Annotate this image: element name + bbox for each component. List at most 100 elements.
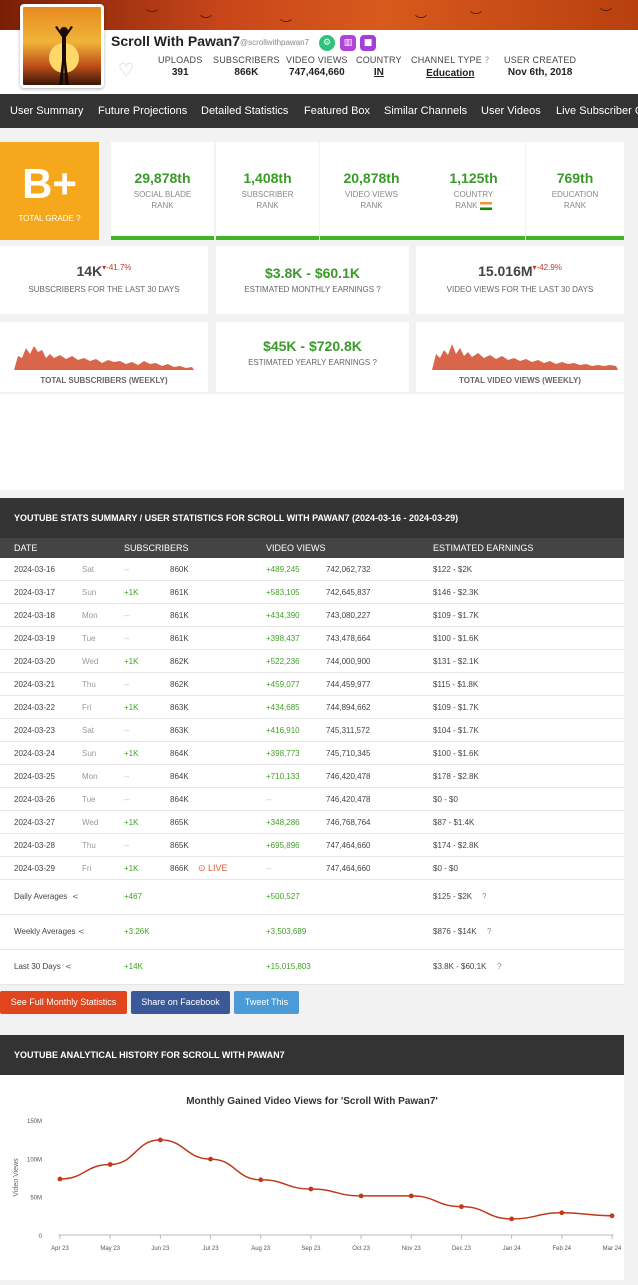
- rank-bar: [526, 236, 624, 240]
- help-icon[interactable]: ?: [76, 214, 80, 223]
- share-facebook-button[interactable]: Share on Facebook: [131, 991, 230, 1014]
- stats-chart-icon[interactable]: ▥: [340, 35, 356, 51]
- stat-channel-type: CHANNEL TYPE ? Education: [411, 55, 490, 79]
- rank-label-line2: RANK: [151, 201, 174, 210]
- row-video-views: 746,768,764: [326, 818, 371, 827]
- rank-bar: [216, 236, 319, 240]
- grade-label: TOTAL GRADE ?: [0, 214, 99, 223]
- chart-data-point: [609, 1213, 615, 1219]
- bird-icon: ︶: [280, 18, 293, 30]
- row-views-change: +434,390: [266, 611, 300, 620]
- share-icon[interactable]: <: [78, 927, 85, 936]
- chart-data-point: [408, 1193, 414, 1199]
- row-subscriber-change: --: [124, 565, 130, 574]
- chart-x-tick-label: Jan 24: [503, 1246, 522, 1252]
- help-icon[interactable]: ?: [376, 285, 380, 294]
- verified-icon[interactable]: ⚙: [319, 35, 335, 51]
- table-row: 2024-03-25 Mon -- 864K +710,133 746,420,478 $1…: [0, 765, 624, 788]
- share-icon[interactable]: <: [72, 892, 79, 901]
- row-day: Sun: [82, 749, 97, 758]
- chart-data-point: [559, 1210, 565, 1216]
- row-subscribers: 865K: [170, 841, 189, 850]
- tab-detailed-statistics[interactable]: Detailed Statistics: [201, 105, 288, 117]
- rank-label-line1: COUNTRY: [453, 190, 494, 199]
- chart-x-tick-label: Jul 23: [203, 1246, 220, 1252]
- tab-user-summary[interactable]: User Summary: [10, 105, 83, 117]
- channel-avatar[interactable]: [20, 4, 104, 88]
- chart-x-tick-label: Apr 23: [51, 1246, 69, 1252]
- tab-future-projections[interactable]: Future Projections: [98, 105, 187, 117]
- tab-similar-channels[interactable]: Similar Channels: [384, 105, 467, 117]
- row-views-change: +522,236: [266, 657, 300, 666]
- row-date: 2024-03-23: [14, 726, 55, 735]
- tweet-button[interactable]: Tweet This: [234, 991, 299, 1014]
- chart-data-point: [459, 1204, 464, 1210]
- subs-30-delta-value: -41.7%: [106, 263, 132, 272]
- heart-icon[interactable]: ♡: [118, 60, 134, 81]
- help-icon[interactable]: ?: [497, 962, 501, 971]
- chart-data-point: [57, 1176, 63, 1182]
- bird-icon: ︶: [146, 8, 159, 22]
- row-video-views: 745,710,345: [326, 749, 371, 758]
- row-video-views: 743,478,664: [326, 634, 371, 643]
- averages-label: Last 30 Days: [14, 962, 61, 971]
- row-date: 2024-03-16: [14, 565, 55, 574]
- row-video-views: 746,420,478: [326, 772, 371, 781]
- row-date: 2024-03-22: [14, 703, 55, 712]
- row-earnings: $100 - $1.6K: [433, 749, 479, 758]
- views-sparkline: [432, 344, 618, 370]
- rank-value: 769th: [556, 170, 594, 186]
- monthly-earnings-value: $3.8K - $60.1K: [265, 265, 360, 281]
- stat-label: USER CREATED: [504, 55, 577, 65]
- tab-featured-box[interactable]: Featured Box: [304, 105, 370, 117]
- row-views-change: +348,286: [266, 818, 300, 827]
- video-camera-icon[interactable]: ■: [360, 35, 376, 51]
- share-icon[interactable]: <: [65, 962, 72, 971]
- rank-bar: [111, 236, 214, 240]
- rank-bar: [320, 236, 423, 240]
- help-icon[interactable]: ?: [482, 892, 486, 901]
- row-earnings: $0 - $0: [433, 864, 458, 873]
- help-icon[interactable]: ?: [487, 927, 491, 936]
- row-day: Thu: [82, 680, 96, 689]
- row-subscribers: 864K: [170, 772, 189, 781]
- help-icon[interactable]: ?: [372, 358, 376, 367]
- row-views-change: +459,077: [266, 680, 300, 689]
- row-subscribers: 860K: [170, 565, 189, 574]
- views-30-value: 15.016M: [478, 263, 533, 279]
- rank-label-line2: RANK: [256, 201, 279, 210]
- rank-label: EDUCATION RANK: [526, 189, 624, 211]
- stat-label: SUBSCRIBERS: [213, 55, 280, 65]
- channel-type-link[interactable]: Education: [411, 68, 490, 79]
- averages-label: Weekly Averages: [14, 927, 76, 936]
- views-30-days-card: 15.016M▾-42.9% VIDEO VIEWS FOR THE LAST …: [416, 246, 624, 314]
- averages-earnings: $3.8K - $60.1K: [433, 962, 487, 971]
- averages-label: Daily Averages: [14, 892, 68, 901]
- row-subscriber-change: +1K: [124, 657, 139, 666]
- row-views-change: +398,437: [266, 634, 300, 643]
- country-link[interactable]: IN: [356, 67, 402, 78]
- rank-label-line1: SOCIAL BLADE: [133, 190, 192, 199]
- see-monthly-statistics-button[interactable]: See Full Monthly Statistics: [0, 991, 127, 1014]
- tab-user-videos[interactable]: User Videos: [481, 105, 541, 117]
- row-subscriber-change: --: [124, 634, 130, 643]
- row-day: Sat: [82, 726, 95, 735]
- views-30-label: VIDEO VIEWS FOR THE LAST 30 DAYS: [446, 285, 594, 294]
- row-subscriber-change: +1K: [124, 749, 139, 758]
- col-subscribers: SUBSCRIBERS: [124, 543, 189, 553]
- row-video-views: 744,000,900: [326, 657, 371, 666]
- row-earnings: $131 - $2.1K: [433, 657, 479, 666]
- col-earnings: ESTIMATED EARNINGS: [433, 543, 534, 553]
- help-icon[interactable]: ?: [485, 56, 490, 66]
- live-icon: ⊙: [198, 863, 209, 873]
- stat-value: 866K: [234, 67, 259, 78]
- averages-row: Daily Averages +467 +500,527 $125 - $2K <?: [0, 880, 624, 915]
- averages-row: Weekly Averages +3.26K +3,503,689 $876 - $1…: [0, 915, 624, 950]
- tab-live-subscriber-count[interactable]: Live Subscriber Co: [556, 105, 638, 117]
- live-indicator[interactable]: ⊙ LIVE: [198, 863, 228, 874]
- chart-x-tick-label: Dec 23: [452, 1246, 472, 1252]
- row-views-change: +434,685: [266, 703, 300, 712]
- table-row: 2024-03-28 Thu -- 865K +695,896 747,464,660 $1…: [0, 834, 624, 857]
- rank-label-line1: VIDEO VIEWS: [345, 190, 398, 199]
- row-date: 2024-03-19: [14, 634, 55, 643]
